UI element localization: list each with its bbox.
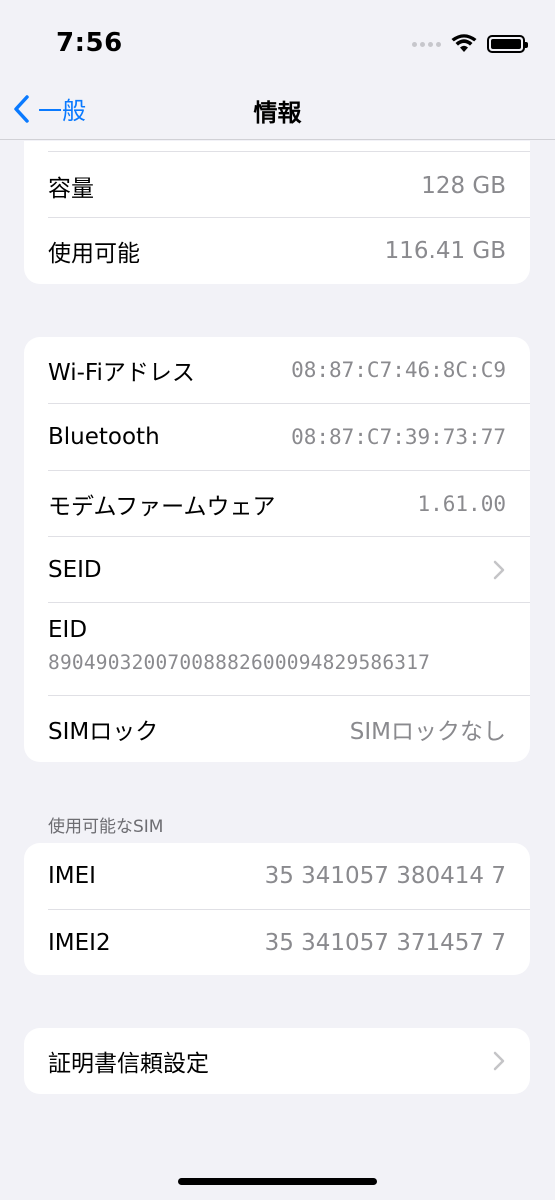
eid-row: EID 89049032007008882600094829586317 [24, 603, 530, 695]
wifi-address-label: Wi-Fiアドレス [48, 360, 195, 386]
imei2-label: IMEI2 [48, 930, 111, 956]
modem-firmware-value: 1.61.00 [417, 492, 506, 516]
status-bar: 7:56 [0, 0, 555, 85]
eid-value: 89049032007008882600094829586317 [48, 651, 431, 674]
certificate-card: 証明書信頼設定 [24, 1028, 530, 1094]
imei2-row: IMEI2 35 341057 371457 7 [24, 910, 530, 975]
imei-row: IMEI 35 341057 380414 7 [24, 843, 530, 909]
sim-card: IMEI 35 341057 380414 7 IMEI2 35 341057 … [24, 843, 530, 975]
available-row: 使用可能 116.41 GB [24, 218, 530, 284]
network-card: Wi-Fiアドレス 08:87:C7:46:8C:C9 Bluetooth 08… [24, 337, 530, 762]
cellular-signal-icon [412, 41, 441, 47]
certificate-trust-row[interactable]: 証明書信頼設定 [24, 1028, 530, 1094]
capacity-row: 容量 128 GB [24, 153, 530, 219]
screen: 7:56 一般 情報 容量 128 GB 使用可能 116.41 GB Wi-F… [0, 0, 555, 1200]
seid-label: SEID [48, 557, 102, 583]
imei-label: IMEI [48, 863, 96, 889]
bluetooth-value: 08:87:C7:39:73:77 [291, 425, 506, 449]
sim-lock-row: SIMロック SIMロックなし [24, 696, 530, 762]
chevron-right-icon [493, 1051, 505, 1071]
modem-firmware-label: モデムファームウェア [48, 494, 276, 520]
available-value: 116.41 GB [384, 238, 506, 264]
capacity-label: 容量 [48, 176, 94, 202]
wifi-icon [451, 34, 477, 52]
wifi-address-row: Wi-Fiアドレス 08:87:C7:46:8C:C9 [24, 337, 530, 403]
seid-row[interactable]: SEID [24, 537, 530, 603]
imei-value: 35 341057 380414 7 [264, 863, 506, 889]
sim-lock-value: SIMロックなし [349, 719, 506, 745]
chevron-right-icon [493, 560, 505, 580]
bluetooth-row: Bluetooth 08:87:C7:39:73:77 [24, 404, 530, 470]
certificate-trust-label: 証明書信頼設定 [48, 1051, 209, 1077]
bluetooth-label: Bluetooth [48, 424, 160, 450]
modem-firmware-row: モデムファームウェア 1.61.00 [24, 471, 530, 537]
page-title: 情報 [253, 99, 302, 127]
capacity-value: 128 GB [421, 173, 506, 199]
eid-label: EID [48, 617, 88, 643]
status-time: 7:56 [56, 28, 123, 58]
sim-section-header: 使用可能なSIM [48, 817, 164, 837]
home-indicator[interactable] [178, 1178, 377, 1185]
battery-icon [487, 35, 528, 53]
navigation-bar: 一般 情報 [0, 85, 555, 140]
status-icons [412, 34, 528, 54]
wifi-address-value: 08:87:C7:46:8C:C9 [291, 358, 506, 382]
storage-card: 容量 128 GB 使用可能 116.41 GB [24, 141, 530, 284]
available-label: 使用可能 [48, 241, 140, 267]
imei2-value: 35 341057 371457 7 [264, 930, 506, 956]
sim-lock-label: SIMロック [48, 719, 159, 745]
